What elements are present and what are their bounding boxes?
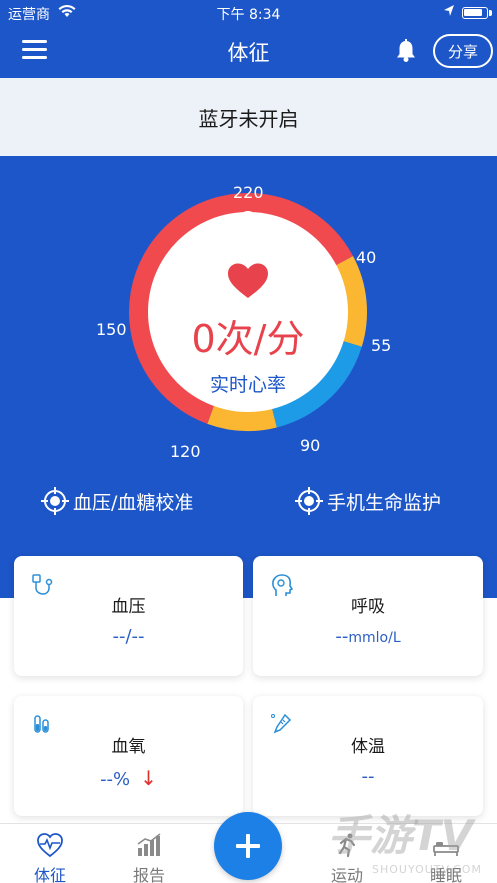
gauge-label-left: 150 <box>96 320 127 339</box>
gauge-label-right: 55 <box>371 336 392 355</box>
running-icon <box>338 833 356 858</box>
temperature-value: -- <box>361 766 375 787</box>
blood-oxygen-value: --% ↓ <box>14 766 243 790</box>
respiration-value: --mmlo/L <box>253 626 483 647</box>
arrow-down-icon: ↓ <box>140 766 157 790</box>
status-bar: 运营商 下午 8:34 <box>0 0 497 26</box>
add-button[interactable] <box>214 812 282 880</box>
bluetooth-status-banner: 蓝牙未开启 <box>0 78 497 156</box>
calibrate-label: 血压/血糖校准 <box>73 491 194 514</box>
tab-report[interactable]: 报告 <box>109 824 189 883</box>
respiration-title: 呼吸 <box>351 597 385 617</box>
blood-pressure-value: --/-- <box>112 626 145 647</box>
bell-icon[interactable] <box>393 38 419 64</box>
respiration-card[interactable]: 呼吸 --mmlo/L <box>253 556 483 676</box>
tab-vitals-label: 体征 <box>33 866 66 883</box>
crosshair-icon <box>41 487 69 515</box>
respiration-reading: -- <box>335 626 349 647</box>
share-button[interactable]: 分享 <box>433 34 493 68</box>
heart-pulse-icon <box>37 833 63 858</box>
blood-pressure-card[interactable]: 血压 --/-- <box>14 556 243 676</box>
tab-sleep-label: 睡眠 <box>429 866 462 883</box>
blood-oxygen-reading: --% <box>100 769 131 790</box>
nav-bar: 体征 分享 <box>0 26 497 78</box>
clock: 下午 8:34 <box>216 7 281 23</box>
tab-vitals[interactable]: 体征 <box>10 824 90 883</box>
phone-monitor-button[interactable]: 手机生命监护 <box>294 486 441 516</box>
gauge-label-lower-right: 90 <box>300 436 321 455</box>
plus-icon <box>236 834 260 858</box>
page-title: 体征 <box>227 41 270 65</box>
blood-oxygen-title: 血氧 <box>111 737 146 757</box>
heart-rate-label: 实时心率 <box>209 374 286 396</box>
heart-rate-value: 0次/分 <box>191 317 305 361</box>
respiration-unit: mmlo/L <box>348 630 401 646</box>
phone-monitor-label: 手机生命监护 <box>327 491 442 514</box>
temperature-card[interactable]: 体温 -- <box>253 696 483 816</box>
battery-icon <box>462 7 488 19</box>
tab-exercise-label: 运动 <box>330 866 363 883</box>
tab-report-label: 报告 <box>132 866 165 883</box>
tab-exercise[interactable]: 运动 <box>307 824 387 883</box>
gauge-label-upper-right: 40 <box>356 248 377 267</box>
temperature-title: 体温 <box>351 737 385 757</box>
crosshair-icon <box>295 487 323 515</box>
bar-chart-icon <box>137 833 161 856</box>
heart-icon <box>228 263 268 298</box>
gauge-label-top: 220 <box>233 183 264 202</box>
gauge-arc-yellow-bottom <box>207 403 277 431</box>
tab-sleep[interactable]: 睡眠 <box>406 824 486 883</box>
bed-icon <box>433 842 459 856</box>
location-arrow-icon <box>444 5 454 16</box>
gauge-label-lower-left: 120 <box>170 442 201 461</box>
calibrate-button[interactable]: 血压/血糖校准 <box>40 486 193 516</box>
blood-pressure-title: 血压 <box>111 597 146 617</box>
blood-oxygen-card[interactable]: 血氧 --% ↓ <box>14 696 243 816</box>
battery-cap <box>489 10 492 16</box>
